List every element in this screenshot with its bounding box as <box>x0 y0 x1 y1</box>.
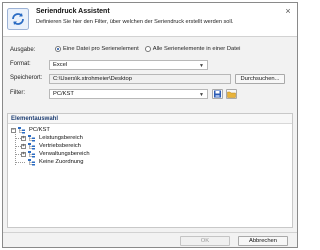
open-filter-button[interactable] <box>226 89 237 99</box>
seriendruck-dialog: Seriendruck Assistent Definieren Sie hie… <box>2 2 298 248</box>
expand-icon[interactable]: + <box>21 135 26 141</box>
hierarchy-icon <box>28 150 35 157</box>
hierarchy-icon <box>28 142 35 149</box>
cancel-button[interactable]: Abbrechen <box>238 236 288 246</box>
save-filter-button[interactable] <box>212 89 223 99</box>
hierarchy-icon <box>18 126 25 133</box>
speicherort-value: C:\Users\k.strohmeier\Desktop <box>53 76 132 82</box>
elementauswahl-panel: Elementauswahl − PC/KST + Leistungsberei… <box>7 113 293 228</box>
refresh-icon <box>7 8 29 30</box>
radio-all-in-one-label[interactable]: Alle Serienelemente in einer Datei <box>153 46 241 52</box>
elementauswahl-header: Elementauswahl <box>8 114 292 124</box>
folder-icon <box>227 91 236 98</box>
radio-all-in-one[interactable] <box>144 46 151 52</box>
dialog-header: Seriendruck Assistent Definieren Sie hie… <box>3 3 297 37</box>
filter-value: PC/KST <box>53 91 74 97</box>
expand-icon[interactable]: + <box>21 143 26 149</box>
chevron-down-icon[interactable]: ▼ <box>199 91 204 99</box>
radio-single-file[interactable] <box>55 46 61 52</box>
ok-button[interactable]: OK <box>180 236 230 246</box>
tree-item-label: Keine Zuordnung <box>39 159 84 165</box>
chevron-down-icon[interactable]: ▼ <box>199 62 204 70</box>
browse-button[interactable]: Durchsuchen... <box>235 74 285 84</box>
tree-root[interactable]: − PC/KST <box>11 126 50 134</box>
close-icon[interactable]: × <box>283 6 293 16</box>
ausgabe-row: Ausgabe: Eine Datei pro Serienelement Al… <box>10 45 294 56</box>
tree-root-label: PC/KST <box>29 127 50 133</box>
tree-item-vertriebsbereich[interactable]: + Vertriebsbereich <box>21 142 81 150</box>
speicherort-field[interactable]: C:\Users\k.strohmeier\Desktop <box>49 74 231 84</box>
expand-icon[interactable]: + <box>21 151 26 157</box>
tree-connector <box>15 162 25 163</box>
hierarchy-icon <box>28 158 35 165</box>
ausgabe-label: Ausgabe: <box>10 47 36 53</box>
format-label: Format: <box>10 61 31 67</box>
dialog-subtitle: Definieren Sie hier den Filter, über wel… <box>36 19 234 25</box>
speicherort-label: Speicherort: <box>10 75 43 81</box>
tree-item-label: Verwaltungsbereich <box>39 151 90 157</box>
format-select[interactable]: Excel ▼ <box>49 60 208 70</box>
collapse-icon[interactable]: − <box>11 127 16 133</box>
radio-single-file-label[interactable]: Eine Datei pro Serienelement <box>63 46 139 52</box>
tree-item-verwaltungsbereich[interactable]: + Verwaltungsbereich <box>21 150 90 158</box>
footer-divider <box>3 232 297 233</box>
tree-item-label: Vertriebsbereich <box>39 143 81 149</box>
dialog-title: Seriendruck Assistent <box>36 8 110 15</box>
save-icon <box>214 90 221 98</box>
elementauswahl-title: Elementauswahl <box>11 116 59 122</box>
format-value: Excel <box>53 62 68 68</box>
tree-item-label: Leistungsbereich <box>39 135 83 141</box>
filter-select[interactable]: PC/KST ▼ <box>49 89 208 99</box>
filter-label: Filter: <box>10 90 25 96</box>
hierarchy-icon <box>28 134 35 141</box>
tree-item-leistungsbereich[interactable]: + Leistungsbereich <box>21 134 83 142</box>
tree-item-keine-zuordnung[interactable]: Keine Zuordnung <box>28 158 83 166</box>
